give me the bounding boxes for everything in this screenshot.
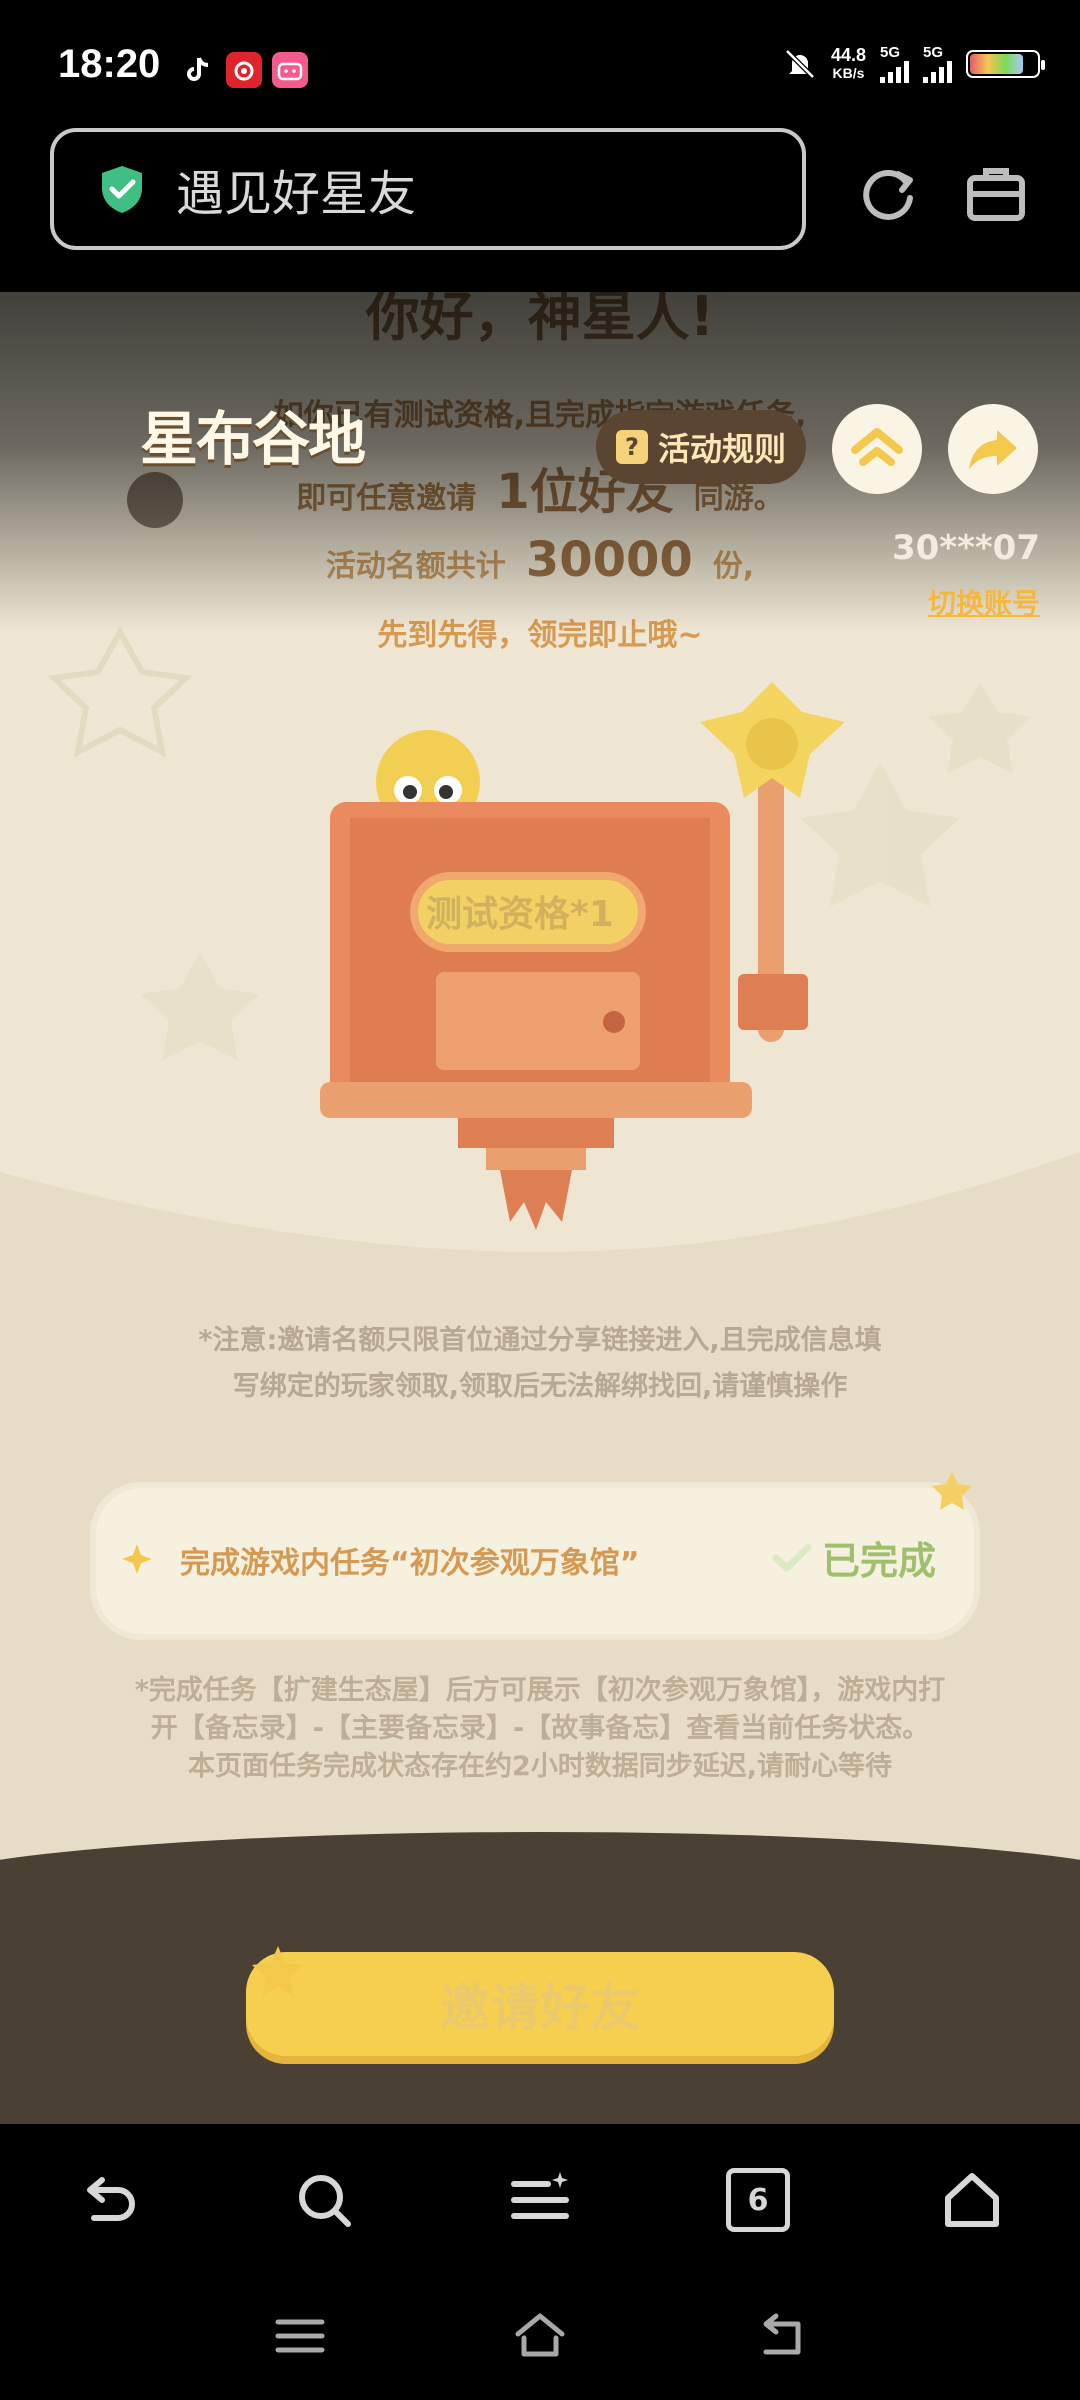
sim1-label: 5G	[880, 44, 901, 61]
home-chevron-icon	[851, 428, 903, 466]
bilibili-icon	[272, 52, 308, 88]
activity-rules-label: 活动规则	[657, 430, 786, 468]
intro-line-4-suffix: 份,	[712, 549, 755, 584]
mute-bell-icon	[785, 48, 815, 79]
intro-line-4-prefix: 活动名额共计	[325, 549, 506, 584]
notification-icons	[180, 52, 308, 88]
question-icon: ?	[615, 430, 648, 464]
signal-icon	[880, 61, 909, 83]
invite-friends-button[interactable]: 邀请好友	[246, 1952, 834, 2056]
share-button[interactable]	[948, 404, 1038, 494]
net-speed-value: 44.8	[830, 44, 866, 65]
task-description: 完成游戏内任务“初次参观万象馆”	[180, 1546, 640, 1581]
quota-count: 30000	[525, 532, 693, 588]
web-page: 你好，神星人! 如你已有测试资格,且完成指定游戏任务, 即可任意邀请 1位好友 同游…	[0, 292, 1080, 2124]
tab-count: 6	[747, 2182, 769, 2218]
ticket-label: 测试资格*1	[426, 894, 614, 935]
netease-music-icon	[226, 52, 262, 88]
menu-icon[interactable]	[508, 2168, 572, 2232]
sim2-label: 5G	[923, 44, 944, 61]
status-bar: 18:20 44.8 KB/s 5G 5G	[0, 0, 1080, 120]
intro-line-5: 先到先得，领完即止哦~	[377, 618, 703, 653]
task-status-label: 已完成	[821, 1539, 936, 1583]
recents-icon[interactable]	[272, 2308, 328, 2364]
footnote-line-3: 本页面任务完成状态存在约2小时数据同步延迟,请耐心等待	[187, 1751, 893, 1782]
game-logo: 星布谷地	[140, 405, 366, 473]
switch-account-link[interactable]: 切换账号	[928, 582, 1040, 622]
back-icon[interactable]	[76, 2168, 140, 2232]
checkmark-icon	[772, 1543, 812, 1571]
mailbox-machine-graphic	[320, 682, 845, 1230]
url-bar[interactable]: 遇见好星友	[50, 128, 806, 250]
tiktok-icon	[180, 52, 216, 88]
account-id: 30***07	[892, 528, 1040, 568]
share-arrow-icon	[969, 430, 1017, 470]
status-time: 18:20	[58, 42, 161, 86]
system-back-icon[interactable]	[752, 2308, 808, 2364]
toolbox-icon[interactable]	[964, 162, 1028, 226]
star-decoration-icon	[932, 1472, 972, 1510]
status-indicators: 44.8 KB/s 5G 5G	[783, 44, 1045, 83]
reload-icon[interactable]	[856, 162, 920, 226]
secure-shield-icon	[102, 166, 142, 213]
battery-icon	[966, 49, 1045, 78]
sim2-signal: 5G	[923, 44, 952, 83]
task-status: 已完成	[772, 1530, 936, 1585]
sim1-signal: 5G	[880, 44, 909, 83]
net-speed: 44.8 KB/s	[831, 46, 866, 82]
ticket-machine-illustration: 测试资格*1	[300, 682, 860, 1282]
footnote-line-1: *完成任务【扩建生态屋】后方可展示【初次参观万象馆】，游戏内打	[134, 1675, 946, 1706]
intro-line-3-prefix: 即可任意邀请	[296, 481, 477, 516]
tabs-button[interactable]: 6	[726, 2168, 790, 2232]
notice-line-2: 写绑定的玩家领取,领取后无法解绑找回,请谨慎操作	[232, 1371, 848, 1402]
system-home-icon[interactable]	[512, 2308, 568, 2364]
net-speed-unit: KB/s	[832, 64, 865, 81]
footnote-line-2: 开【备忘录】-【主要备忘录】-【故事备忘】查看当前任务状态。	[150, 1713, 930, 1744]
star-decoration-icon	[252, 1946, 304, 1997]
task-card: 完成游戏内任务“初次参观万象馆” 已完成	[90, 1472, 980, 1640]
search-icon[interactable]	[292, 2168, 356, 2232]
browser-bottom-nav: 6	[0, 2124, 1080, 2276]
page-title: 遇见好星友	[176, 166, 417, 222]
greeting-title: 你好，神星人!	[365, 292, 715, 348]
home-icon[interactable]	[940, 2168, 1004, 2232]
notice-line-1: *注意:邀请名额只限首位通过分享链接进入,且完成信息填	[198, 1325, 882, 1356]
home-button[interactable]	[832, 404, 922, 494]
system-nav-bar	[0, 2276, 1080, 2400]
activity-rules-button[interactable]: ? 活动规则	[596, 410, 806, 484]
signal-icon	[923, 61, 952, 83]
intro-line-3-suffix: 同游。	[693, 481, 784, 516]
diamond-star-icon	[122, 1544, 152, 1574]
browser-toolbar: 遇见好星友	[0, 120, 1080, 292]
